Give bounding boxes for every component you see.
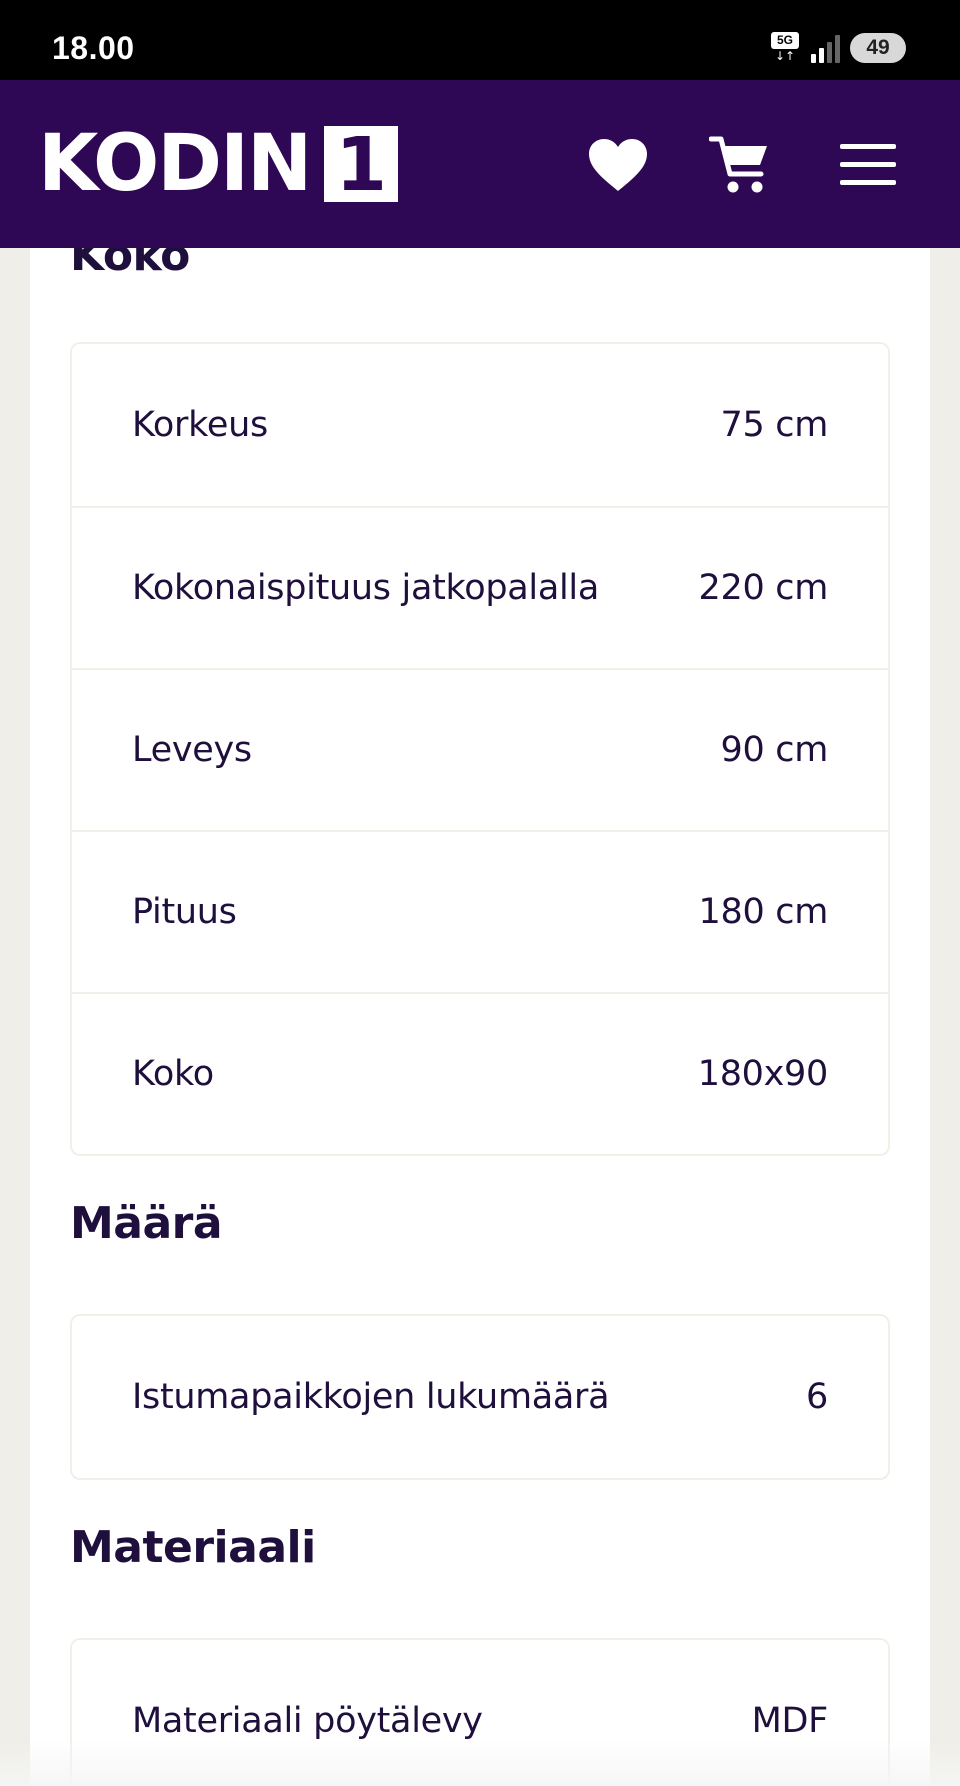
favorites-button[interactable]	[583, 130, 653, 200]
spec-value: 6	[806, 1377, 828, 1417]
section-title-materiaali: Materiaali	[70, 1522, 316, 1573]
logo-number: 1	[335, 122, 388, 208]
cart-icon	[709, 136, 767, 193]
spec-label: Materiaali pöytälevy	[132, 1701, 483, 1741]
spec-value: 180 cm	[698, 892, 829, 932]
spec-label: Leveys	[132, 730, 252, 770]
network-label: 5G	[771, 32, 799, 49]
hamburger-menu-icon	[840, 144, 896, 185]
status-bar: 18.00 5G ↓↑ 49	[0, 0, 960, 80]
spec-value: 75 cm	[720, 405, 829, 445]
bottom-fade	[0, 1740, 960, 1786]
menu-button[interactable]	[833, 130, 903, 200]
spec-value: 90 cm	[720, 730, 829, 770]
spec-label: Kokonaispituus jatkopalalla	[132, 568, 599, 608]
spec-table-maara: Istumapaikkojen lukumäärä 6	[70, 1314, 890, 1480]
spec-label: Koko	[132, 1054, 214, 1094]
product-specs-card: Koko Korkeus 75 cm Kokonaispituus jatkop…	[30, 248, 930, 1786]
network-5g-icon: 5G ↓↑	[771, 32, 801, 64]
section-title-koko: Koko	[70, 248, 190, 281]
spec-value: MDF	[751, 1701, 829, 1741]
kodin1-logo[interactable]: KODIN 1	[38, 119, 399, 209]
section-title-maara: Määrä	[70, 1198, 223, 1249]
spec-row: Pituus 180 cm	[72, 830, 888, 992]
network-arrows: ↓↑	[775, 49, 796, 63]
spec-row: Leveys 90 cm	[72, 668, 888, 830]
spec-row: Korkeus 75 cm	[72, 344, 888, 506]
spec-row: Istumapaikkojen lukumäärä 6	[72, 1316, 888, 1478]
spec-label: Istumapaikkojen lukumäärä	[132, 1377, 610, 1417]
status-time: 18.00	[52, 30, 135, 66]
site-header: KODIN 1	[0, 80, 960, 248]
logo-text: KODIN	[38, 119, 312, 209]
cart-button[interactable]	[705, 130, 775, 200]
signal-strength-icon	[811, 33, 840, 63]
spec-table-koko: Korkeus 75 cm Kokonaispituus jatkopalall…	[70, 342, 890, 1156]
heart-icon	[589, 139, 647, 191]
spec-label: Pituus	[132, 892, 237, 932]
spec-value: 220 cm	[698, 568, 829, 608]
status-icons: 5G ↓↑ 49	[771, 30, 906, 66]
spec-value: 180x90	[697, 1054, 829, 1094]
battery-icon: 49	[850, 33, 906, 63]
spec-row: Kokonaispituus jatkopalalla 220 cm	[72, 506, 888, 668]
spec-row: Koko 180x90	[72, 992, 888, 1154]
logo-number-box: 1	[324, 122, 399, 208]
spec-label: Korkeus	[132, 405, 268, 445]
